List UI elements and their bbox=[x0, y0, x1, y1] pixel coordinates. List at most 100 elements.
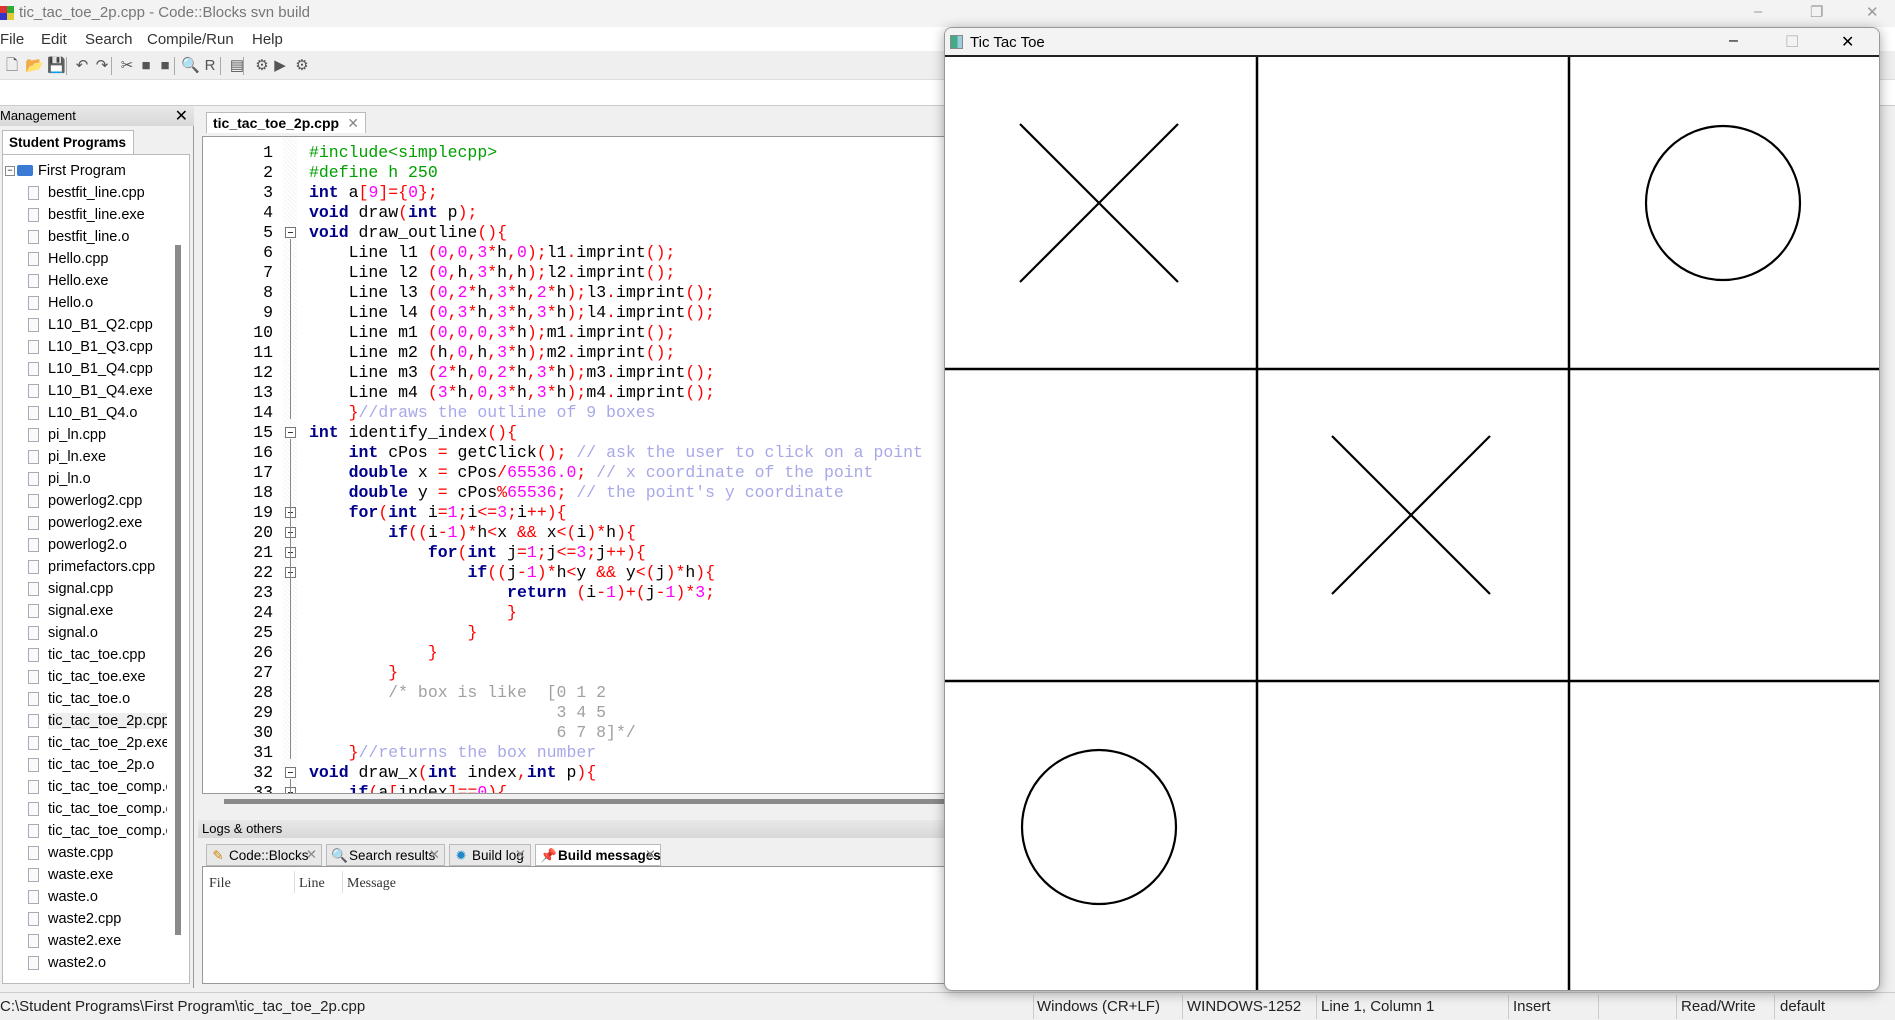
board-cell[interactable] bbox=[1257, 57, 1569, 369]
tree-file-item[interactable]: pi_ln.cpp bbox=[3, 425, 167, 447]
find-icon[interactable]: 🔍 bbox=[181, 57, 200, 75]
tree-file-item[interactable]: tic_tac_toe_comp.cpp bbox=[3, 777, 167, 799]
tree-file-item[interactable]: signal.cpp bbox=[3, 579, 167, 601]
undo-icon[interactable]: ↶ bbox=[73, 57, 91, 75]
editor-tab[interactable]: tic_tac_toe_2p.cpp ✕ bbox=[206, 112, 366, 133]
board-cell[interactable] bbox=[1569, 369, 1880, 681]
cell-area[interactable] bbox=[1257, 57, 1569, 369]
project-node[interactable]: − First Program bbox=[3, 161, 183, 183]
tree-file-item[interactable]: tic_tac_toe_2p.cpp bbox=[3, 711, 167, 733]
tree-file-item[interactable]: primefactors.cpp bbox=[3, 557, 167, 579]
board-cell[interactable] bbox=[1569, 681, 1880, 991]
tree-file-item[interactable]: signal.o bbox=[3, 623, 167, 645]
cell-area[interactable] bbox=[945, 57, 1257, 369]
menu-search[interactable]: Search bbox=[85, 31, 133, 48]
build-run-icon[interactable]: ⚙ bbox=[293, 57, 311, 75]
tab-student-programs[interactable]: Student Programs bbox=[2, 130, 134, 154]
tree-file-item[interactable]: waste.cpp bbox=[3, 843, 167, 865]
tree-file-item[interactable]: tic_tac_toe_comp.exe bbox=[3, 799, 167, 821]
restore-button[interactable]: ❐ bbox=[1810, 3, 1823, 21]
column-line[interactable]: Line bbox=[299, 876, 325, 892]
tree-file-item[interactable]: waste2.cpp bbox=[3, 909, 167, 931]
close-panel-button[interactable]: ✕ bbox=[175, 106, 188, 126]
replace-icon[interactable]: R bbox=[201, 57, 219, 75]
close-tab-icon[interactable]: ✕ bbox=[306, 847, 317, 863]
open-file-icon[interactable]: 📂 bbox=[25, 57, 44, 75]
tree-file-item[interactable]: waste.exe bbox=[3, 865, 167, 887]
tree-file-item[interactable]: L10_B1_Q4.cpp bbox=[3, 359, 167, 381]
tree-file-item[interactable]: tic_tac_toe_2p.exe bbox=[3, 733, 167, 755]
tree-file-item[interactable]: bestfit_line.o bbox=[3, 227, 167, 249]
tree-file-item[interactable]: waste2.exe bbox=[3, 931, 167, 953]
board-cell[interactable] bbox=[1257, 681, 1569, 991]
close-tab-icon[interactable]: ✕ bbox=[347, 115, 359, 132]
tree-file-item[interactable]: tic_tac_toe.o bbox=[3, 689, 167, 711]
close-tab-icon[interactable]: ✕ bbox=[515, 847, 526, 863]
log-tab[interactable]: 🔍Search results ✕ bbox=[326, 844, 445, 866]
tree-vertical-scrollbar[interactable] bbox=[175, 245, 181, 935]
fold-toggle-icon[interactable] bbox=[285, 767, 296, 778]
tree-file-item[interactable]: powerlog2.exe bbox=[3, 513, 167, 535]
log-tab[interactable]: 📌Build messages ✕ bbox=[535, 844, 661, 866]
close-tab-icon[interactable]: ✕ bbox=[645, 847, 656, 863]
game-minimize-button[interactable]: – bbox=[1729, 32, 1738, 50]
tree-file-item[interactable]: waste.o bbox=[3, 887, 167, 909]
column-file[interactable]: File bbox=[209, 876, 231, 892]
menu-help[interactable]: Help bbox=[252, 31, 283, 48]
fold-toggle-icon[interactable] bbox=[285, 427, 296, 438]
tree-file-item[interactable]: tic_tac_toe_2p.o bbox=[3, 755, 167, 777]
tree-file-item[interactable]: powerlog2.o bbox=[3, 535, 167, 557]
cell-area[interactable] bbox=[1569, 369, 1880, 681]
game-maximize-button[interactable]: ☐ bbox=[1785, 32, 1799, 52]
column-message[interactable]: Message bbox=[347, 876, 396, 892]
menu-edit[interactable]: Edit bbox=[41, 31, 67, 48]
save-icon[interactable]: 💾 bbox=[47, 57, 66, 75]
tree-file-item[interactable]: L10_B1_Q4.exe bbox=[3, 381, 167, 403]
cell-area[interactable] bbox=[1257, 369, 1569, 681]
tree-file-item[interactable]: powerlog2.cpp bbox=[3, 491, 167, 513]
cut-icon[interactable]: ✂ bbox=[118, 57, 136, 75]
collapse-icon[interactable]: − bbox=[5, 166, 15, 176]
board-cell[interactable] bbox=[945, 57, 1257, 369]
game-close-button[interactable]: ✕ bbox=[1841, 32, 1854, 52]
cell-area[interactable] bbox=[945, 681, 1257, 991]
tree-file-item[interactable]: L10_B1_Q3.cpp bbox=[3, 337, 167, 359]
redo-icon[interactable]: ↷ bbox=[93, 57, 111, 75]
tree-file-item[interactable]: tic_tac_toe_comp.o bbox=[3, 821, 167, 843]
minimize-button[interactable]: – bbox=[1754, 3, 1762, 20]
log-tab[interactable]: ✎ Code::Blocks ✕ bbox=[206, 844, 322, 866]
tree-file-item[interactable]: L10_B1_Q4.o bbox=[3, 403, 167, 425]
tree-file-item[interactable]: tic_tac_toe.exe bbox=[3, 667, 167, 689]
tree-file-item[interactable]: signal.exe bbox=[3, 601, 167, 623]
cell-area[interactable] bbox=[1569, 57, 1880, 369]
cell-area[interactable] bbox=[1569, 681, 1880, 991]
cell-area[interactable] bbox=[945, 369, 1257, 681]
fold-toggle-icon[interactable] bbox=[285, 227, 296, 238]
cell-area[interactable] bbox=[1257, 681, 1569, 991]
game-board[interactable] bbox=[945, 57, 1880, 991]
board-cell[interactable] bbox=[1257, 369, 1569, 681]
build-icon[interactable]: ⚙ bbox=[253, 57, 271, 75]
board-cell[interactable] bbox=[1569, 57, 1880, 369]
log-tab[interactable]: ✹ Build log ✕ bbox=[449, 844, 531, 866]
close-button[interactable]: ✕ bbox=[1866, 3, 1879, 21]
new-file-icon[interactable]: 🗋 bbox=[3, 57, 21, 75]
tree-file-item[interactable]: bestfit_line.exe bbox=[3, 205, 167, 227]
tree-file-item[interactable]: waste2.o bbox=[3, 953, 167, 975]
close-tab-icon[interactable]: ✕ bbox=[429, 847, 440, 863]
code-editor[interactable]: 1 #include<simplecpp> 2 #define h 250 3 int a… bbox=[202, 136, 962, 794]
menu-compile-run[interactable]: Compile/Run bbox=[147, 31, 234, 48]
run-icon[interactable]: ▶ bbox=[271, 57, 289, 75]
tree-file-item[interactable]: Hello.exe bbox=[3, 271, 167, 293]
board-cell[interactable] bbox=[945, 681, 1257, 991]
tree-file-item[interactable]: bestfit_line.cpp bbox=[3, 183, 167, 205]
tree-file-item[interactable]: tic_tac_toe.cpp bbox=[3, 645, 167, 667]
build-messages-list[interactable]: File Line Message bbox=[202, 866, 962, 984]
tree-file-item[interactable]: Hello.o bbox=[3, 293, 167, 315]
menu-file[interactable]: File bbox=[0, 31, 24, 48]
editor-horizontal-scrollbar[interactable] bbox=[224, 799, 944, 804]
tree-file-item[interactable]: Hello.cpp bbox=[3, 249, 167, 271]
copy-icon[interactable]: ■ bbox=[137, 57, 155, 75]
tree-file-item[interactable]: pi_ln.o bbox=[3, 469, 167, 491]
tree-file-item[interactable]: L10_B1_Q2.cpp bbox=[3, 315, 167, 337]
